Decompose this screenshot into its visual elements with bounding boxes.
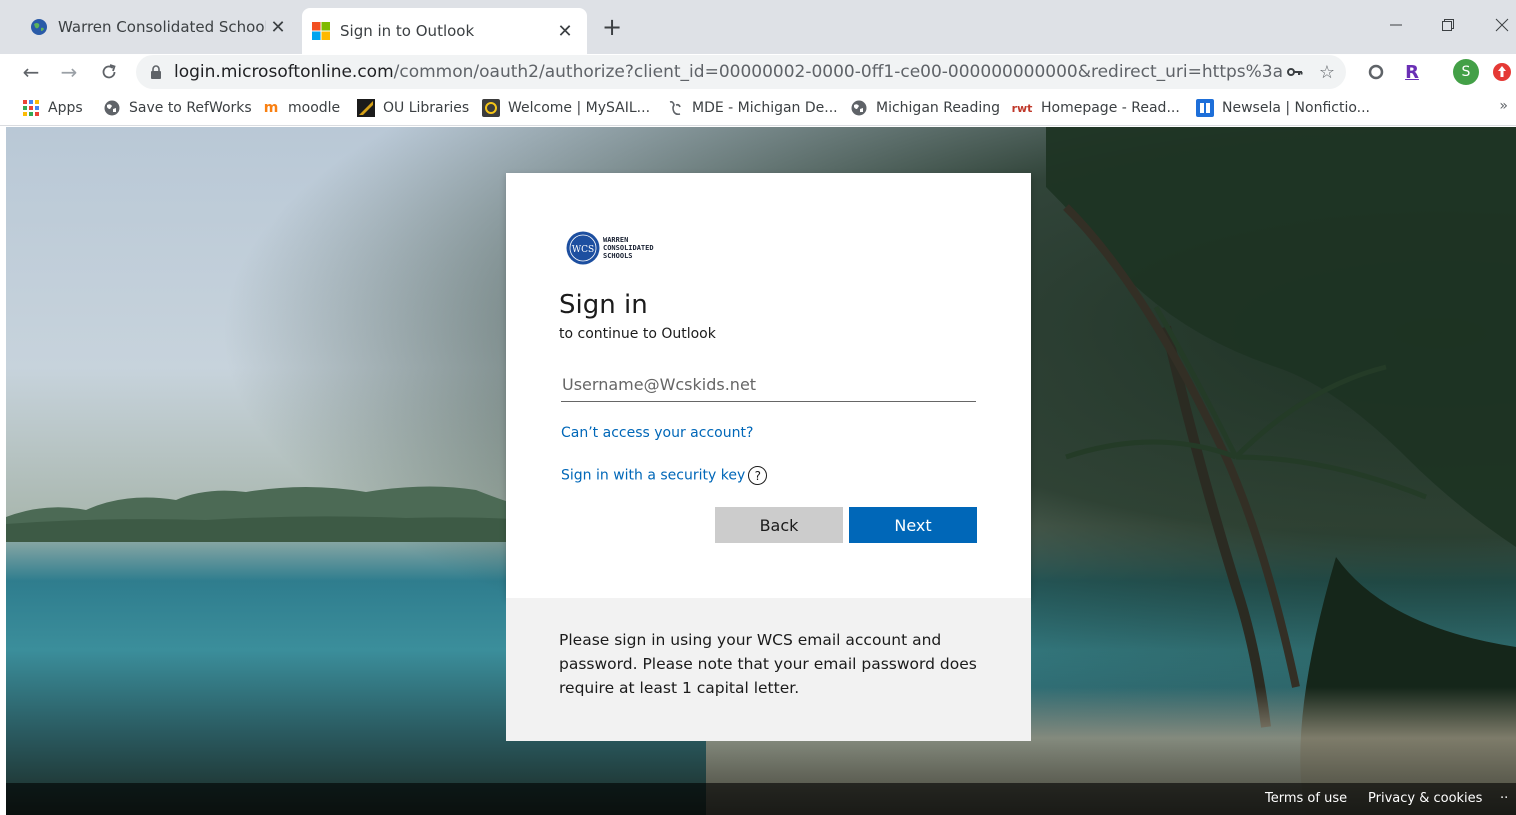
more-options-ellipsis[interactable]: ··: [1500, 791, 1508, 806]
url-path: /common/oauth2/authorize?client_id=00000…: [393, 62, 1282, 82]
globe-icon: [850, 99, 868, 117]
username-input[interactable]: [561, 368, 976, 402]
adblock-extension-icon[interactable]: [1488, 58, 1516, 86]
tab-title: Sign in to Outlook: [340, 22, 475, 40]
logo-line: SCHOOLS: [603, 252, 633, 260]
mysail-icon: [482, 99, 500, 117]
next-button[interactable]: Next: [849, 507, 977, 543]
close-window-icon[interactable]: [1482, 10, 1516, 40]
bookmark-ou-libraries[interactable]: OU Libraries: [357, 96, 469, 120]
bookmarks-bar: Apps Save to RefWorks m moodle OU Librar…: [0, 90, 1516, 126]
sign-in-note-text: Please sign in using your WCS email acco…: [559, 631, 977, 697]
bookmark-label: Apps: [48, 100, 83, 116]
apps-grid-icon: [22, 99, 40, 117]
page-footer: Terms of use Privacy & cookies ··: [6, 783, 1516, 815]
bookmark-michigan-reading[interactable]: Michigan Reading: [850, 96, 1000, 120]
refworks-extension-icon[interactable]: R: [1398, 58, 1426, 86]
distant-island-image: [6, 486, 526, 542]
terms-of-use-link[interactable]: Terms of use: [1265, 791, 1347, 806]
extension-circle-icon[interactable]: [1362, 58, 1390, 86]
security-key-row: Sign in with a security key?: [561, 466, 768, 485]
back-button[interactable]: Back: [715, 507, 843, 543]
bookmark-homepage-read[interactable]: rwt Homepage - Read...: [1011, 96, 1180, 120]
bookmark-label: MDE - Michigan De...: [692, 100, 838, 116]
restore-window-icon[interactable]: [1428, 10, 1468, 40]
more-bookmarks-chevron-icon[interactable]: »: [1499, 98, 1508, 114]
page-title: Sign in: [559, 290, 648, 320]
globe-icon: [103, 99, 121, 117]
url-text: login.microsoftonline.com/common/oauth2/…: [174, 62, 1282, 82]
profile-avatar[interactable]: S: [1452, 58, 1480, 86]
back-arrow-icon[interactable]: ←: [16, 57, 46, 87]
bookmark-mysail[interactable]: Welcome | MySAIL...: [482, 96, 650, 120]
browser-toolbar: ← → login.microsoftonline.com/common/oau…: [0, 54, 1516, 90]
page-subtitle: to continue to Outlook: [559, 326, 716, 342]
wcs-logo: WCS WARREN CONSOLIDATED SCHOOLS: [566, 231, 654, 265]
sign-in-security-key-link[interactable]: Sign in with a security key: [561, 468, 745, 484]
bookmark-mde[interactable]: MDE - Michigan De...: [666, 96, 838, 120]
tab-warren-consolidated-schools[interactable]: Warren Consolidated Schools ✕: [20, 8, 300, 46]
bookmark-label: Newsela | Nonfictio...: [1222, 100, 1371, 116]
logo-line: WARREN: [603, 236, 629, 244]
ou-libraries-icon: [357, 99, 375, 117]
close-tab-icon[interactable]: ✕: [553, 19, 577, 43]
bookmark-label: Welcome | MySAIL...: [508, 100, 651, 116]
seal-letters: WCS: [572, 245, 594, 255]
bookmark-moodle[interactable]: m moodle: [262, 96, 340, 120]
bookmark-label: Homepage - Read...: [1041, 100, 1180, 116]
bookmark-star-icon[interactable]: ☆: [1314, 59, 1340, 85]
lock-icon: [151, 65, 161, 79]
globe-favicon-icon: [31, 19, 47, 35]
tab-sign-in-to-outlook[interactable]: Sign in to Outlook ✕: [302, 8, 587, 54]
bookmark-label: Michigan Reading: [876, 100, 1001, 116]
mde-icon: [666, 99, 684, 117]
reload-icon[interactable]: [94, 57, 124, 87]
login-page-background: Terms of use Privacy & cookies ·· WCS WA…: [6, 127, 1516, 815]
address-bar[interactable]: login.microsoftonline.com/common/oauth2/…: [136, 55, 1346, 89]
wcs-seal-icon: WCS: [566, 231, 600, 265]
bookmark-newsela[interactable]: Newsela | Nonfictio...: [1196, 96, 1370, 120]
tab-strip: Warren Consolidated Schools ✕ Sign in to…: [0, 0, 1516, 54]
new-tab-button[interactable]: +: [598, 14, 626, 42]
moodle-icon: m: [263, 100, 279, 116]
logo-wordmark: WARREN CONSOLIDATED SCHOOLS: [603, 236, 654, 260]
bookmark-apps[interactable]: Apps: [22, 96, 83, 120]
bookmark-label: Save to RefWorks: [129, 100, 252, 116]
privacy-cookies-link[interactable]: Privacy & cookies: [1368, 791, 1482, 806]
microsoft-logo-icon: [312, 22, 330, 40]
profile-initial: S: [1453, 59, 1479, 85]
cant-access-account-link[interactable]: Can’t access your account?: [561, 425, 753, 441]
logo-line: CONSOLIDATED: [603, 244, 654, 252]
tab-title: Warren Consolidated Schools: [58, 18, 266, 36]
close-tab-icon[interactable]: ✕: [266, 15, 290, 39]
bookmark-label: moodle: [288, 100, 341, 116]
key-icon[interactable]: [1282, 59, 1308, 85]
help-question-icon[interactable]: ?: [748, 466, 768, 485]
sign-in-note-panel: Please sign in using your WCS email acco…: [506, 598, 1031, 741]
url-host: login.microsoftonline.com: [174, 62, 394, 82]
bookmark-label: OU Libraries: [383, 100, 470, 116]
minimize-window-icon[interactable]: [1376, 10, 1416, 40]
newsela-icon: [1196, 99, 1214, 117]
rwt-icon: rwt: [1011, 101, 1033, 115]
bookmark-save-to-refworks[interactable]: Save to RefWorks: [103, 96, 252, 120]
forward-arrow-icon[interactable]: →: [54, 57, 84, 87]
